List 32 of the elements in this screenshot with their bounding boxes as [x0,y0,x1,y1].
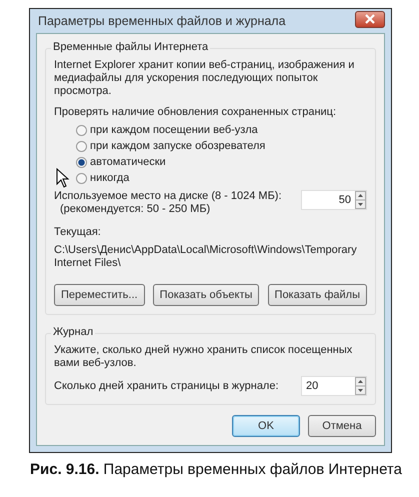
current-folder-label: Текущая: [54,226,102,238]
check-label: Проверять наличие обновления сохраненных страниц: [54,106,338,118]
radio-button[interactable] [76,124,87,136]
radio-button[interactable] [76,156,87,168]
description-text: Укажите, сколько дней нужно хранить список посещенных вами веб-узлов. [54,344,354,370]
radio-option[interactable]: автоматически [76,156,367,168]
close-icon [364,14,376,24]
recommendation-text: (рекомендуется: 50 - 250 МБ) [59,203,212,216]
radio-option[interactable]: при каждом запуске обозревателя [76,140,367,152]
group-title: Временные файлы Интернета [51,41,210,53]
days-label: Сколько дней хранить страницы в журнале: [54,380,279,392]
days-field[interactable]: 20 [301,376,367,396]
description-text: Internet Explorer хранит копии веб-страниц, изображения и медиафайлы для ускорения последующих попыток просмотра. [54,59,356,98]
disk-space-label: Используемое место на диске (8 - 1024 МБ): [54,190,282,203]
action-button[interactable]: Переместить... [54,284,145,306]
window-title: Параметры временных файлов и журнала [37,14,286,28]
radio-option[interactable]: при каждом посещении веб-узла [76,124,367,136]
dialog-button[interactable]: Отмена [308,415,376,437]
close-button[interactable] [355,10,385,28]
radio-button[interactable] [76,140,87,152]
group-title: Журнал [51,326,96,338]
action-button[interactable]: Показать файлы [268,284,367,306]
radio-button[interactable] [76,172,87,184]
spinner-icon [355,377,366,395]
mouse-pointer-icon [56,168,70,188]
figure-caption: Рис. 9.16. Параметры временных файлов Интернета [29,461,403,478]
action-button[interactable]: Показать объекты [152,284,260,306]
spinner-icon [355,191,366,209]
dialog-button[interactable]: OK [232,415,300,437]
folder-path: C:\Users\Денис\AppData\Local\Microsoft\Windows\Temporary Internet Files\ [54,244,358,270]
disk-space-field[interactable]: 50 [301,190,367,210]
radio-option[interactable]: никогда [76,172,367,184]
